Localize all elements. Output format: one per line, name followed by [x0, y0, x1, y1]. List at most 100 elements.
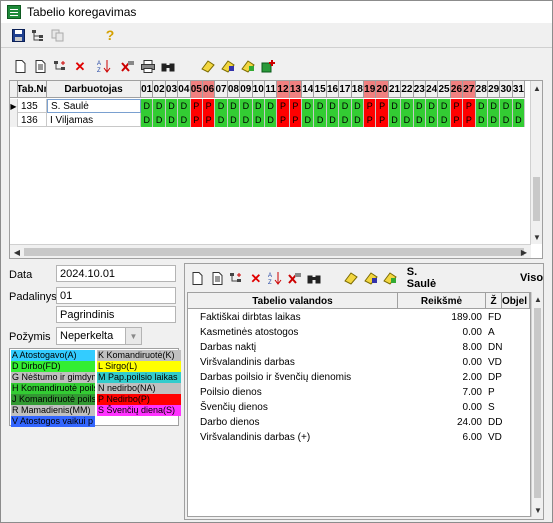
delete-icon[interactable]: ✕	[247, 269, 264, 287]
scroll-down-icon[interactable]: ▼	[531, 231, 543, 243]
tree-icon[interactable]	[29, 26, 47, 44]
hours-row[interactable]: Viršvalandinis darbas (+) 6.00 VD	[188, 430, 516, 444]
find-icon[interactable]	[305, 269, 322, 287]
day-cell[interactable]: P	[190, 99, 203, 113]
scroll-up-icon[interactable]: ▲	[531, 82, 543, 94]
tool3-icon[interactable]	[239, 57, 257, 75]
tab-number-cell[interactable]: 135	[18, 99, 47, 113]
sort-icon[interactable]: AZ	[267, 269, 284, 287]
day-cell[interactable]: D	[153, 99, 166, 113]
grid-vertical-scrollbar[interactable]: ▲ ▼	[530, 81, 542, 244]
col-value-header[interactable]: Reikšmė	[398, 293, 486, 309]
day-cell[interactable]: D	[215, 99, 228, 113]
day-cell[interactable]: D	[388, 99, 402, 113]
hours-row[interactable]: Švenčių dienos 0.00 S	[188, 400, 516, 414]
day-cell[interactable]: P	[364, 99, 377, 113]
day-cell[interactable]: P	[289, 99, 303, 113]
day-cell[interactable]: P	[450, 99, 464, 113]
col-obj-header[interactable]: Objel	[502, 293, 530, 309]
scroll-down-icon[interactable]: ▼	[532, 504, 544, 516]
day-cell[interactable]: D	[512, 99, 526, 113]
day-cell[interactable]: D	[141, 99, 154, 113]
day-cell[interactable]: D	[487, 99, 501, 113]
day-cell[interactable]: D	[314, 99, 327, 113]
day-cell[interactable]: D	[153, 113, 166, 127]
day-cell[interactable]: P	[277, 99, 290, 113]
scroll-up-icon[interactable]: ▲	[532, 293, 544, 305]
day-cell[interactable]: D	[425, 99, 439, 113]
tool2-icon[interactable]	[219, 57, 237, 75]
day-cell[interactable]: D	[339, 113, 352, 127]
day-cell[interactable]: D	[165, 113, 179, 127]
timesheet-grid[interactable]: Tab.Nr Darbuotojas 01 02 03 04 05 06 07 08 09 10 1…	[9, 80, 543, 259]
hours-row[interactable]: Viršvalandinis darbas 0.00 VD	[188, 355, 516, 369]
tool2-icon[interactable]	[362, 269, 379, 287]
hours-table[interactable]: Tabelio valandos Reikšmė Ž Objel Faktišk…	[187, 292, 531, 517]
day-cell[interactable]: P	[202, 113, 216, 127]
employee-row[interactable]: 136 I Viljamas D D D D P P D D D D D P P D D D D D P P D D D D D P P…	[10, 113, 526, 127]
sort-icon[interactable]: AZ	[95, 57, 113, 75]
day-cell[interactable]: D	[500, 99, 513, 113]
day-cell[interactable]: P	[463, 113, 476, 127]
scroll-thumb[interactable]	[534, 308, 541, 498]
hours-row[interactable]: Faktiškai dirbtas laikas 189.00 FD	[188, 310, 516, 324]
hours-row[interactable]: Poilsio dienos 7.00 P	[188, 385, 516, 399]
employee-row[interactable]: ▶ 135 S. Saulė D D D D P P D D D D D P P D D D D D P P D D D D D P P D…	[10, 99, 526, 113]
col-employee-header[interactable]: Darbuotojas	[47, 81, 141, 98]
find-icon[interactable]	[159, 57, 177, 75]
day-cell[interactable]: D	[500, 113, 513, 127]
day-cell[interactable]: D	[413, 113, 426, 127]
day-cell[interactable]: D	[252, 113, 265, 127]
tool1-icon[interactable]	[343, 269, 360, 287]
day-cell[interactable]: D	[401, 113, 414, 127]
tab-number-cell[interactable]: 136	[18, 113, 47, 127]
day-cell[interactable]: D	[215, 113, 228, 127]
day-cell[interactable]: P	[450, 113, 464, 127]
day-cell[interactable]: D	[264, 113, 278, 127]
col-name-header[interactable]: Tabelio valandos	[188, 293, 398, 309]
day-cell[interactable]: P	[463, 99, 476, 113]
day-cell[interactable]: D	[302, 113, 315, 127]
employee-name-cell[interactable]: S. Saulė	[47, 99, 141, 113]
help-icon[interactable]: ?	[101, 26, 119, 44]
day-cell[interactable]: D	[425, 113, 439, 127]
day-cell[interactable]: D	[487, 113, 501, 127]
day-cell[interactable]: P	[289, 113, 303, 127]
day-cell[interactable]: P	[376, 113, 389, 127]
date-field[interactable]: 2024.10.01	[56, 265, 176, 282]
doc-icon[interactable]	[208, 269, 225, 287]
day-cell[interactable]: D	[252, 99, 265, 113]
tool3-icon[interactable]	[381, 269, 398, 287]
day-cell[interactable]: P	[190, 113, 203, 127]
hscroll-thumb[interactable]	[24, 248, 524, 256]
hours-row[interactable]: Darbas poilsio ir švenčių dienomis 2.00 DP	[188, 370, 516, 384]
print-icon[interactable]	[139, 57, 157, 75]
day-cell[interactable]: D	[178, 113, 191, 127]
day-cell[interactable]: D	[227, 99, 241, 113]
day-cell[interactable]: D	[326, 99, 340, 113]
day-cell[interactable]: D	[475, 99, 488, 113]
hours-row[interactable]: Darbas naktį 8.00 DN	[188, 340, 516, 354]
day-cell[interactable]: D	[475, 113, 488, 127]
day-cell[interactable]: D	[240, 113, 253, 127]
delete-all-icon[interactable]	[119, 57, 137, 75]
new-doc-icon[interactable]	[11, 57, 29, 75]
day-cell[interactable]: D	[178, 99, 191, 113]
scroll-right-icon[interactable]: ▶	[518, 246, 530, 258]
day-cell[interactable]: P	[277, 113, 290, 127]
day-cell[interactable]: D	[314, 113, 327, 127]
tool1-icon[interactable]	[199, 57, 217, 75]
hours-row[interactable]: Kasmetinės atostogos 0.00 A	[188, 325, 516, 339]
day-cell[interactable]: D	[388, 113, 402, 127]
day-cell[interactable]: P	[364, 113, 377, 127]
copy-disabled-icon[interactable]	[49, 26, 67, 44]
col-tab-header[interactable]: Tab.Nr	[18, 81, 47, 98]
day-cell[interactable]: D	[351, 99, 365, 113]
day-cell[interactable]: D	[240, 99, 253, 113]
day-cell[interactable]: D	[413, 99, 426, 113]
chevron-down-icon[interactable]: ▼	[125, 328, 141, 344]
day-cell[interactable]: D	[326, 113, 340, 127]
day-cell[interactable]: D	[141, 113, 154, 127]
day-cell[interactable]: D	[339, 99, 352, 113]
tree-add-icon[interactable]	[228, 269, 245, 287]
